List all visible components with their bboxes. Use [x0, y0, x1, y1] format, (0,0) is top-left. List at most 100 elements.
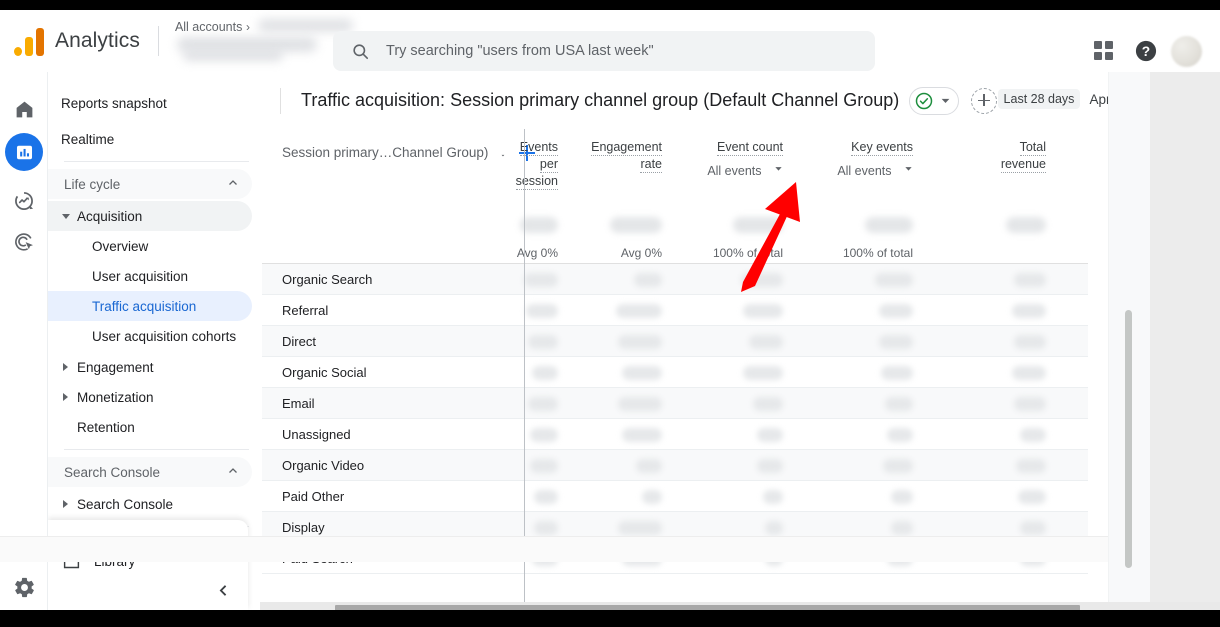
search-input[interactable]: Try searching "users from USA last week" — [333, 31, 875, 71]
sidebar-item-reports-snapshot[interactable]: Reports snapshot — [48, 88, 252, 118]
redacted-cell-value — [526, 304, 558, 318]
help-circle-icon[interactable]: ? — [1135, 40, 1157, 62]
report-table: Session primary…Channel Group) Events pe… — [262, 129, 1088, 574]
table-footer-strip — [0, 536, 1108, 562]
sidebar-item-user-acquisition[interactable]: User acquisition — [48, 261, 252, 291]
redacted-cell-value — [1014, 273, 1046, 287]
sidebar-item-label: Retention — [77, 419, 135, 435]
metric-header-engagement-rate[interactable]: Engagement rate — [542, 139, 662, 173]
analytics-logo-icon — [14, 26, 46, 56]
event-count-scope-dropdown[interactable]: All events — [653, 163, 783, 180]
table-row[interactable]: Referral — [262, 295, 1088, 326]
table-row[interactable]: Organic Social — [262, 357, 1088, 388]
table-row-label: Organic Search — [282, 272, 373, 287]
redacted-cell-value — [618, 521, 662, 535]
explore-bubble-trend-icon — [15, 192, 34, 210]
table-body: Organic Search Referral Direct Organic Soci… — [262, 264, 1088, 574]
table-row[interactable]: Direct — [262, 326, 1088, 357]
sidebar-section-search-console[interactable]: Search Console — [48, 457, 252, 487]
search-icon — [353, 43, 369, 59]
metric-header-total-revenue[interactable]: Total revenue — [936, 139, 1046, 173]
metric-header-key-events[interactable]: Key events All events — [783, 139, 913, 180]
metric-header-line: revenue — [1000, 157, 1046, 173]
saved-report-badge[interactable] — [909, 86, 960, 115]
redacted-cell-value — [883, 459, 913, 473]
chevron-up-icon — [229, 180, 237, 185]
redacted-cell-value — [530, 428, 558, 442]
table-row[interactable]: Email — [262, 388, 1088, 419]
check-circle-icon — [916, 92, 933, 109]
sidebar-item-monetization[interactable]: Monetization — [48, 382, 252, 412]
reports-bar-chart-icon — [16, 145, 32, 159]
rail-item-home[interactable] — [9, 94, 39, 124]
reports-navigation-panel: Reports snapshot Realtime Life cycle Acq… — [48, 72, 262, 610]
table-row-label: Paid Other — [282, 489, 345, 504]
sidebar-item-acquisition[interactable]: Acquisition — [48, 201, 252, 231]
key-events-scope-dropdown[interactable]: All events — [783, 163, 913, 180]
metric-header-line: Key events — [851, 140, 913, 156]
sidebar-item-overview[interactable]: Overview — [48, 231, 252, 261]
metric-header-event-count[interactable]: Event count All events — [653, 139, 783, 180]
redacted-cell-value — [1014, 397, 1046, 411]
redacted-cell-value — [879, 335, 913, 349]
metric-header-line: Engagement — [591, 140, 662, 156]
table-row[interactable]: Organic Video — [262, 450, 1088, 481]
top-bar: Analytics All accounts › Try searching "… — [0, 10, 1220, 72]
redacted-cell-value — [534, 521, 558, 535]
brand-title: Analytics — [55, 28, 140, 52]
summary-label: 100% of total — [842, 246, 913, 260]
collapse-sidebar-button[interactable] — [212, 579, 234, 601]
vertical-scrollbar[interactable] — [1125, 310, 1132, 568]
account-selector[interactable]: All accounts › — [175, 18, 355, 62]
divider — [64, 161, 249, 162]
chevron-down-icon — [905, 167, 912, 171]
sidebar-item-traffic-acquisition[interactable]: Traffic acquisition — [48, 291, 252, 321]
page-header: Traffic acquisition: Session primary cha… — [262, 72, 1220, 129]
redacted-cell-value — [743, 366, 783, 380]
redacted-cell-value — [636, 459, 662, 473]
horizontal-scrollbar[interactable] — [335, 605, 1080, 610]
table-row[interactable]: Organic Search — [262, 264, 1088, 295]
table-header-row: Session primary…Channel Group) Events pe… — [262, 129, 1088, 264]
sidebar-section-life-cycle[interactable]: Life cycle — [48, 169, 252, 199]
redacted-value — [733, 217, 783, 233]
summary-event-count: 100% of total — [653, 217, 783, 260]
add-comparison-button[interactable] — [971, 87, 998, 114]
chevron-down-icon — [775, 167, 782, 171]
triangle-right-icon — [63, 363, 68, 371]
triangle-down-icon — [62, 214, 70, 219]
table-row[interactable]: Paid Other — [262, 481, 1088, 512]
table-row[interactable]: Unassigned — [262, 419, 1088, 450]
redacted-cell-value — [1014, 335, 1046, 349]
rail-item-reports[interactable] — [5, 133, 43, 171]
sidebar-item-label: Traffic acquisition — [92, 298, 197, 314]
redacted-cell-value — [618, 335, 662, 349]
sidebar-item-engagement[interactable]: Engagement — [48, 352, 252, 382]
redacted-cell-value — [532, 366, 558, 380]
sidebar-item-retention[interactable]: Retention — [48, 412, 252, 442]
apps-grid-icon[interactable] — [1094, 41, 1114, 61]
sidebar-item-realtime[interactable]: Realtime — [48, 124, 252, 154]
rail-item-admin[interactable] — [9, 572, 39, 602]
redacted-cell-value — [891, 521, 913, 535]
summary-label: Avg 0% — [620, 246, 662, 260]
redacted-cell-value — [875, 273, 913, 287]
redacted-cell-value — [891, 490, 913, 504]
user-avatar[interactable] — [1171, 36, 1202, 67]
svg-text:?: ? — [1142, 44, 1150, 59]
redacted-cell-value — [1016, 459, 1046, 473]
redacted-cell-value — [528, 335, 558, 349]
redacted-cell-value — [534, 490, 558, 504]
analytics-app-window: Analytics All accounts › Try searching "… — [0, 10, 1220, 610]
sidebar-item-user-acquisition-cohorts[interactable]: User acquisition cohorts — [48, 321, 252, 351]
sidebar-item-label: User acquisition cohorts — [92, 328, 237, 344]
redacted-cell-value — [524, 273, 558, 287]
rail-item-advertising[interactable] — [9, 227, 39, 257]
redacted-cell-value — [1012, 366, 1046, 380]
divider — [64, 449, 249, 450]
redacted-cell-value — [1012, 304, 1046, 318]
sidebar-item-search-console[interactable]: Search Console — [48, 489, 252, 519]
advertising-target-cursor-icon — [15, 233, 33, 251]
rail-item-explore[interactable] — [9, 186, 39, 216]
left-icon-rail — [0, 72, 48, 610]
